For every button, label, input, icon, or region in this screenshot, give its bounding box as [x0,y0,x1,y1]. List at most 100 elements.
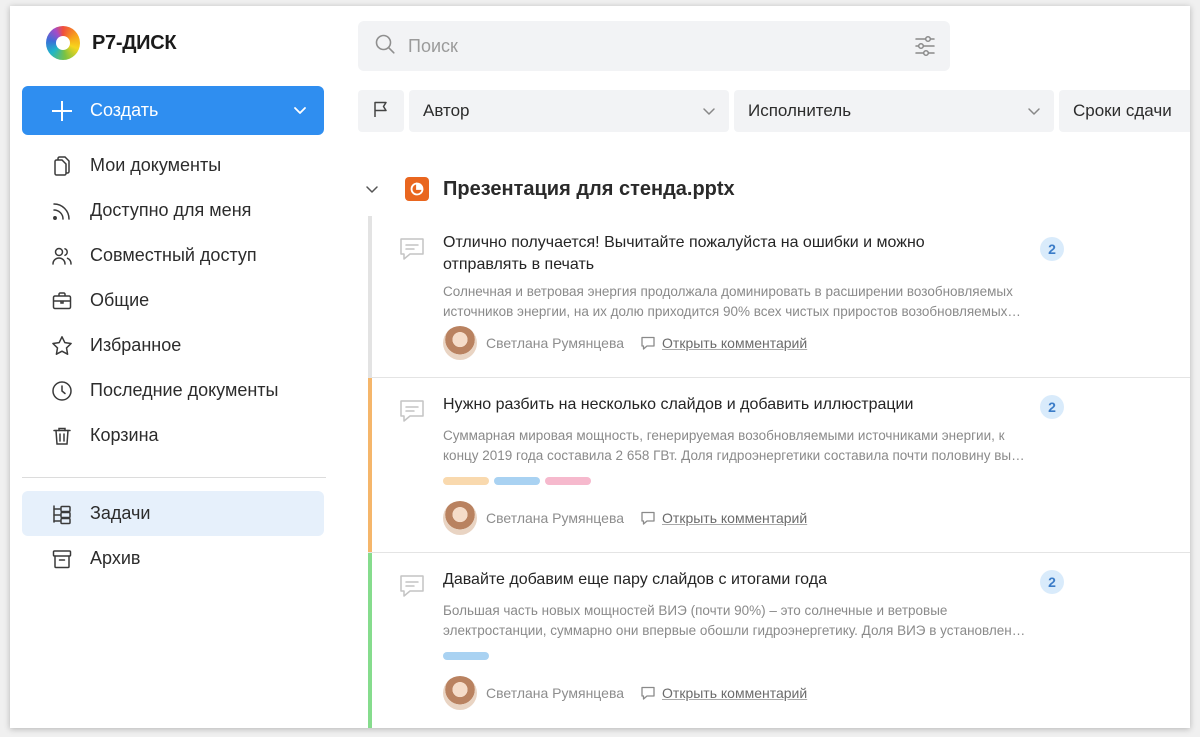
task-description: Суммарная мировая мощность, генерируемая… [443,426,1071,466]
create-button-label: Создать [90,100,159,120]
comment-count-badge: 2 [1040,570,1064,594]
sidebar-item-archive[interactable]: Архив [22,536,324,581]
task-item[interactable]: Давайте добавим еще пару слайдов с итога… [368,552,1190,728]
plus-icon [52,100,72,121]
sidebar-item-shared-with-me[interactable]: Доступно для меня [22,188,324,233]
trash-icon [50,424,74,448]
avatar [443,676,477,710]
sidebar-nav: Мои документы Доступно для меня Совместн… [22,143,324,458]
documents-icon [50,154,74,178]
app-name: Р7-ДИСК [92,31,177,54]
flag-filter-button[interactable] [358,90,404,132]
sidebar-item-tasks[interactable]: Задачи [22,491,324,536]
task-description-line: Солнечная и ветровая энергия продолжала … [443,284,1013,299]
users-icon [50,244,74,268]
sidebar-item-label: Последние документы [90,380,279,400]
tasks-icon [50,502,74,526]
task-title: Отлично получается! Вычитайте пожалуйста… [443,234,925,273]
task-status-bar [368,216,372,378]
task-description-line: Суммарная мировая мощность, генерируемая… [443,428,1005,443]
sidebar-item-label: Задачи [90,503,151,523]
sidebar-item-label: Мои документы [90,155,222,175]
tag-pink[interactable] [545,477,591,485]
briefcase-icon [50,289,74,313]
sidebar-item-trash[interactable]: Корзина [22,413,324,458]
deadline-dropdown[interactable]: Сроки сдачи [1059,90,1190,132]
sidebar-item-shared-access[interactable]: Совместный доступ [22,233,324,278]
chevron-down-icon [701,103,717,124]
tag-blue[interactable] [494,477,540,485]
task-description: Солнечная и ветровая энергия продолжала … [443,282,1071,322]
comment-small-icon [641,511,655,525]
chevron-down-icon[interactable] [362,179,382,199]
task-status-bar [368,378,372,552]
flag-icon [372,100,390,123]
filter-settings-icon[interactable] [914,34,936,63]
deadline-dropdown-label: Сроки сдачи [1073,101,1172,120]
tag-blue[interactable] [443,652,489,660]
open-comment-link[interactable]: Открыть комментарий [640,335,807,351]
app-window: Р7-ДИСК Создать Мои документы Доступно д… [10,6,1190,728]
comment-count-badge: 2 [1040,237,1064,261]
clock-icon [50,379,74,403]
task-footer: Светлана Румянцева Открыть комментарий [443,501,807,535]
task-description-line: источников энергии, на их долю приходитс… [443,304,1021,319]
task-description-line: Большая часть новых мощностей ВИЭ (почти… [443,603,948,618]
logo-mark-icon [46,26,80,60]
sidebar-item-label: Корзина [90,425,159,445]
task-description: Большая часть новых мощностей ВИЭ (почти… [443,601,1071,641]
chevron-down-icon [1026,103,1042,124]
author-name: Светлана Румянцева [486,510,625,526]
task-description-line: концу 2019 года составила 2 658 ГВт. Дол… [443,448,1025,463]
comment-icon [398,398,426,429]
task-description-line: электростанции, суммарно они впервые обо… [443,623,1026,638]
search-input[interactable] [408,35,888,57]
open-comment-link-label: Открыть комментарий [662,335,808,351]
sidebar-divider [22,477,326,478]
comment-small-icon [641,686,655,700]
sidebar-item-label: Архив [90,548,141,568]
comment-icon [398,236,426,267]
task-tags [443,652,494,660]
comment-icon [398,573,426,604]
sidebar-item-label: Общие [90,290,150,310]
presentation-file-icon [405,177,429,201]
chevron-down-icon [292,102,308,123]
sidebar-nav-secondary: Задачи Архив [22,491,324,581]
avatar [443,501,477,535]
search-icon [374,33,396,60]
sidebar-item-favorites[interactable]: Избранное [22,323,324,368]
author-name: Светлана Румянцева [486,685,625,701]
task-item[interactable]: Нужно разбить на несколько слайдов и доб… [368,377,1190,552]
task-title: Нужно разбить на несколько слайдов и доб… [443,396,914,413]
open-comment-link[interactable]: Открыть комментарий [640,685,807,701]
task-tags [443,477,596,485]
filter-bar: Автор Исполнитель Сроки сдачи [358,90,1190,132]
open-comment-link[interactable]: Открыть комментарий [640,510,807,526]
star-icon [50,334,74,358]
comment-small-icon [641,336,655,350]
assignee-dropdown[interactable]: Исполнитель [734,90,1054,132]
sidebar-item-recent[interactable]: Последние документы [22,368,324,413]
sidebar-item-my-documents[interactable]: Мои документы [22,143,324,188]
task-status-bar [368,553,372,728]
app-logo[interactable]: Р7-ДИСК [46,26,177,60]
archive-icon [50,547,74,571]
task-footer: Светлана Румянцева Открыть комментарий [443,326,807,360]
open-comment-link-label: Открыть комментарий [662,510,808,526]
tag-orange[interactable] [443,477,489,485]
comment-count-badge: 2 [1040,395,1064,419]
task-item[interactable]: Отлично получается! Вычитайте пожалуйста… [368,216,1190,378]
task-title: Давайте добавим еще пару слайдов с итога… [443,571,827,588]
create-button[interactable]: Создать [22,86,324,135]
avatar [443,326,477,360]
search-bar [358,21,950,71]
sidebar-item-label: Доступно для меня [90,200,252,220]
rss-icon [50,199,74,223]
sidebar-item-common[interactable]: Общие [22,278,324,323]
author-dropdown[interactable]: Автор [409,90,729,132]
sidebar-item-label: Избранное [90,335,182,355]
document-group-header: Презентация для стенда.pptx [362,174,735,204]
document-title[interactable]: Презентация для стенда.pptx [443,178,735,201]
author-dropdown-label: Автор [423,101,470,120]
